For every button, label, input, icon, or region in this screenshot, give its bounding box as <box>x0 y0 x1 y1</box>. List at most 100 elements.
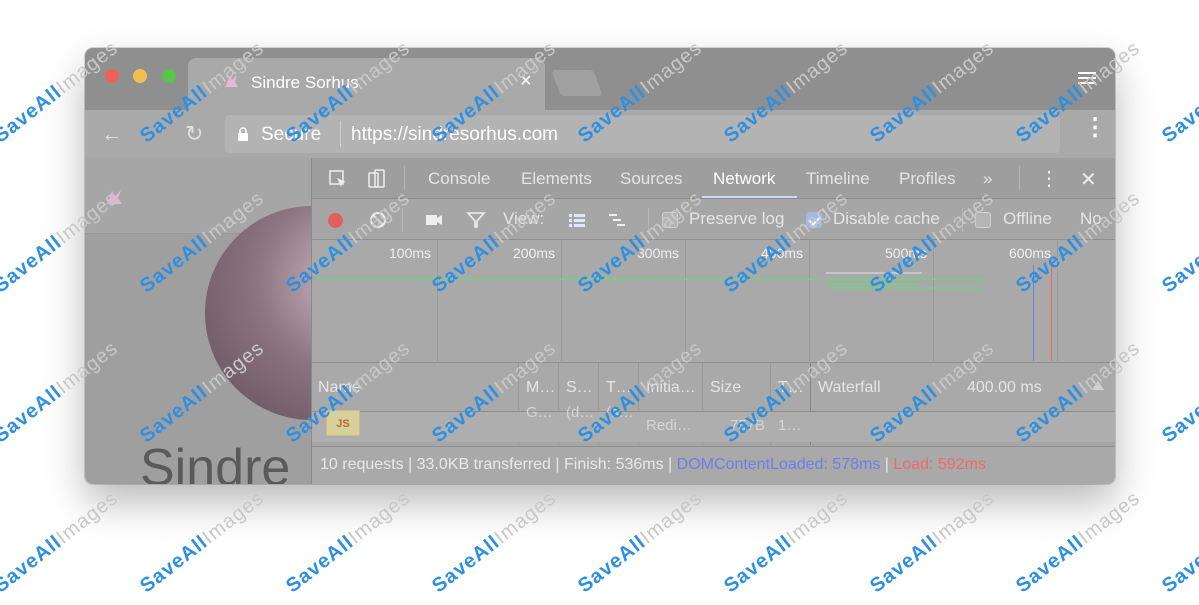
close-devtools-icon[interactable]: ✕ <box>1080 167 1097 192</box>
unicorn-logo-icon[interactable] <box>103 186 125 208</box>
preserve-log-label: Preserve log <box>689 209 785 228</box>
watermark-brand: SaveAll <box>0 381 67 448</box>
column-type[interactable]: T… <box>606 379 632 397</box>
title-bar: Sindre Sorhus × <box>85 48 1115 110</box>
url-text[interactable]: https://sindresorhus.com <box>351 124 558 146</box>
address-bar[interactable]: Secure https://sindresorhus.com ☆ <box>225 115 1060 153</box>
inspect-element-icon[interactable] <box>328 169 348 189</box>
watermark-suffix: Images <box>1074 487 1145 549</box>
devtools-panel: Console Elements Sources Network Timelin… <box>312 158 1115 484</box>
column-waterfall[interactable]: Waterfall <box>818 379 881 397</box>
large-rows-icon[interactable] <box>567 210 587 230</box>
watermark-text: SaveAllImages <box>282 487 415 598</box>
script-file-icon: JS <box>326 410 360 436</box>
watermark-suffix: Images <box>782 487 853 549</box>
tab-profiles[interactable]: Profiles <box>899 169 956 189</box>
row-size: 757B <box>730 417 766 434</box>
tab-network[interactable]: Network <box>713 169 775 189</box>
devtools-tab-bar: Console Elements Sources Network Timelin… <box>312 158 1115 199</box>
capture-screenshots-icon[interactable] <box>424 210 444 230</box>
network-status-bar: 10 requests | 33.0KB transferred | Finis… <box>312 446 1115 484</box>
browser-tab[interactable]: Sindre Sorhus × <box>188 58 545 110</box>
request-table-header: Name M… S… T… Initia… Size T… Waterfall … <box>312 363 1115 445</box>
watermark-brand: SaveAll <box>282 531 359 598</box>
sort-ascending-icon[interactable] <box>1092 381 1104 390</box>
watermark-brand: SaveAll <box>1158 381 1199 448</box>
overview-icon[interactable] <box>607 210 627 230</box>
offline-checkbox[interactable] <box>975 212 991 228</box>
devtools-divider <box>404 166 405 190</box>
secure-label: Secure <box>261 124 322 145</box>
overview-gridline <box>933 240 934 363</box>
devtools-divider <box>1019 166 1020 190</box>
zoom-window-button[interactable] <box>162 69 176 83</box>
tab-sources[interactable]: Sources <box>620 169 682 189</box>
back-button[interactable]: ← <box>101 121 123 147</box>
close-window-button[interactable] <box>105 69 119 83</box>
watermark-text: SaveAllImages <box>1158 187 1199 298</box>
reload-button[interactable]: ↻ <box>185 121 203 147</box>
lock-icon <box>238 127 248 141</box>
status-dom-content-loaded: DOMContentLoaded: 578ms <box>676 456 881 473</box>
throttling-select[interactable]: No <box>1080 209 1102 229</box>
overview-gridline <box>685 240 686 363</box>
address-divider <box>340 121 341 147</box>
column-method[interactable]: M… <box>526 379 555 397</box>
status-load: Load: 592ms <box>893 456 986 473</box>
disable-cache-checkbox[interactable] <box>806 212 822 228</box>
column-initiator[interactable]: Initia… <box>646 379 696 397</box>
more-tabs-icon[interactable]: » <box>983 169 992 189</box>
row-status: (d… <box>566 404 595 421</box>
watermark-text: SaveAllImages <box>1012 487 1145 598</box>
watermark-text: SaveAllImages <box>428 487 561 598</box>
browser-menu-icon[interactable]: ⋮ <box>1083 116 1107 140</box>
watermark-text: SaveAllImages <box>1158 487 1199 598</box>
dom-content-loaded-marker <box>1033 265 1034 361</box>
profile-icon[interactable] <box>1075 66 1099 90</box>
record-button[interactable] <box>328 213 343 228</box>
watermark-brand: SaveAll <box>0 81 67 148</box>
web-page: Sindre <box>85 158 312 484</box>
overview-gridline <box>437 240 438 363</box>
minimize-window-button[interactable] <box>133 69 147 83</box>
watermark-brand: SaveAll <box>136 531 213 598</box>
column-size[interactable]: Size <box>710 379 741 397</box>
tab-timeline[interactable]: Timeline <box>806 169 870 189</box>
tab-close-icon[interactable]: × <box>520 70 532 93</box>
row-initiator[interactable]: Redi… <box>646 417 692 434</box>
filter-icon[interactable] <box>466 210 486 230</box>
overview-tick: 600ms <box>1009 245 1052 261</box>
column-name[interactable]: Name <box>318 379 361 397</box>
column-time[interactable]: T… <box>778 379 804 397</box>
offline-label: Offline <box>1003 209 1052 228</box>
overview-tick: 200ms <box>513 245 556 261</box>
devtools-menu-icon[interactable]: ⋮ <box>1039 166 1059 191</box>
watermark-text: SaveAllImages <box>136 487 269 598</box>
request-bar <box>317 278 820 280</box>
watermark-suffix: Images <box>52 487 123 549</box>
overview-gridline <box>809 240 810 363</box>
tab-elements[interactable]: Elements <box>521 169 592 189</box>
watermark-text: SaveAllImages <box>720 487 853 598</box>
watermark-brand: SaveAll <box>574 531 651 598</box>
watermark-text: SaveAllImages <box>1158 37 1199 148</box>
overview-tick: 400ms <box>761 245 804 261</box>
overview-tick: 300ms <box>637 245 680 261</box>
toolbar-divider <box>962 208 963 232</box>
request-bar <box>832 287 982 289</box>
new-tab-button[interactable] <box>551 70 603 96</box>
watermark-text: SaveAllImages <box>574 487 707 598</box>
column-status[interactable]: S… <box>566 379 593 397</box>
device-toolbar-icon[interactable] <box>366 169 386 189</box>
preserve-log-checkbox[interactable] <box>662 212 678 228</box>
watermark-suffix: Images <box>198 487 269 549</box>
watermark-suffix: Images <box>490 487 561 549</box>
table-row[interactable]: JS G… (d… (s… Redi… 757B 1… <box>312 404 1115 442</box>
watermark-brand: SaveAll <box>0 531 67 598</box>
clear-icon[interactable] <box>368 210 388 230</box>
watermark-brand: SaveAll <box>866 531 943 598</box>
tab-console[interactable]: Console <box>428 169 490 189</box>
status-summary: 10 requests | 33.0KB transferred | Finis… <box>320 456 986 474</box>
overview-tick: 100ms <box>389 245 432 261</box>
profile-photo <box>205 206 311 420</box>
